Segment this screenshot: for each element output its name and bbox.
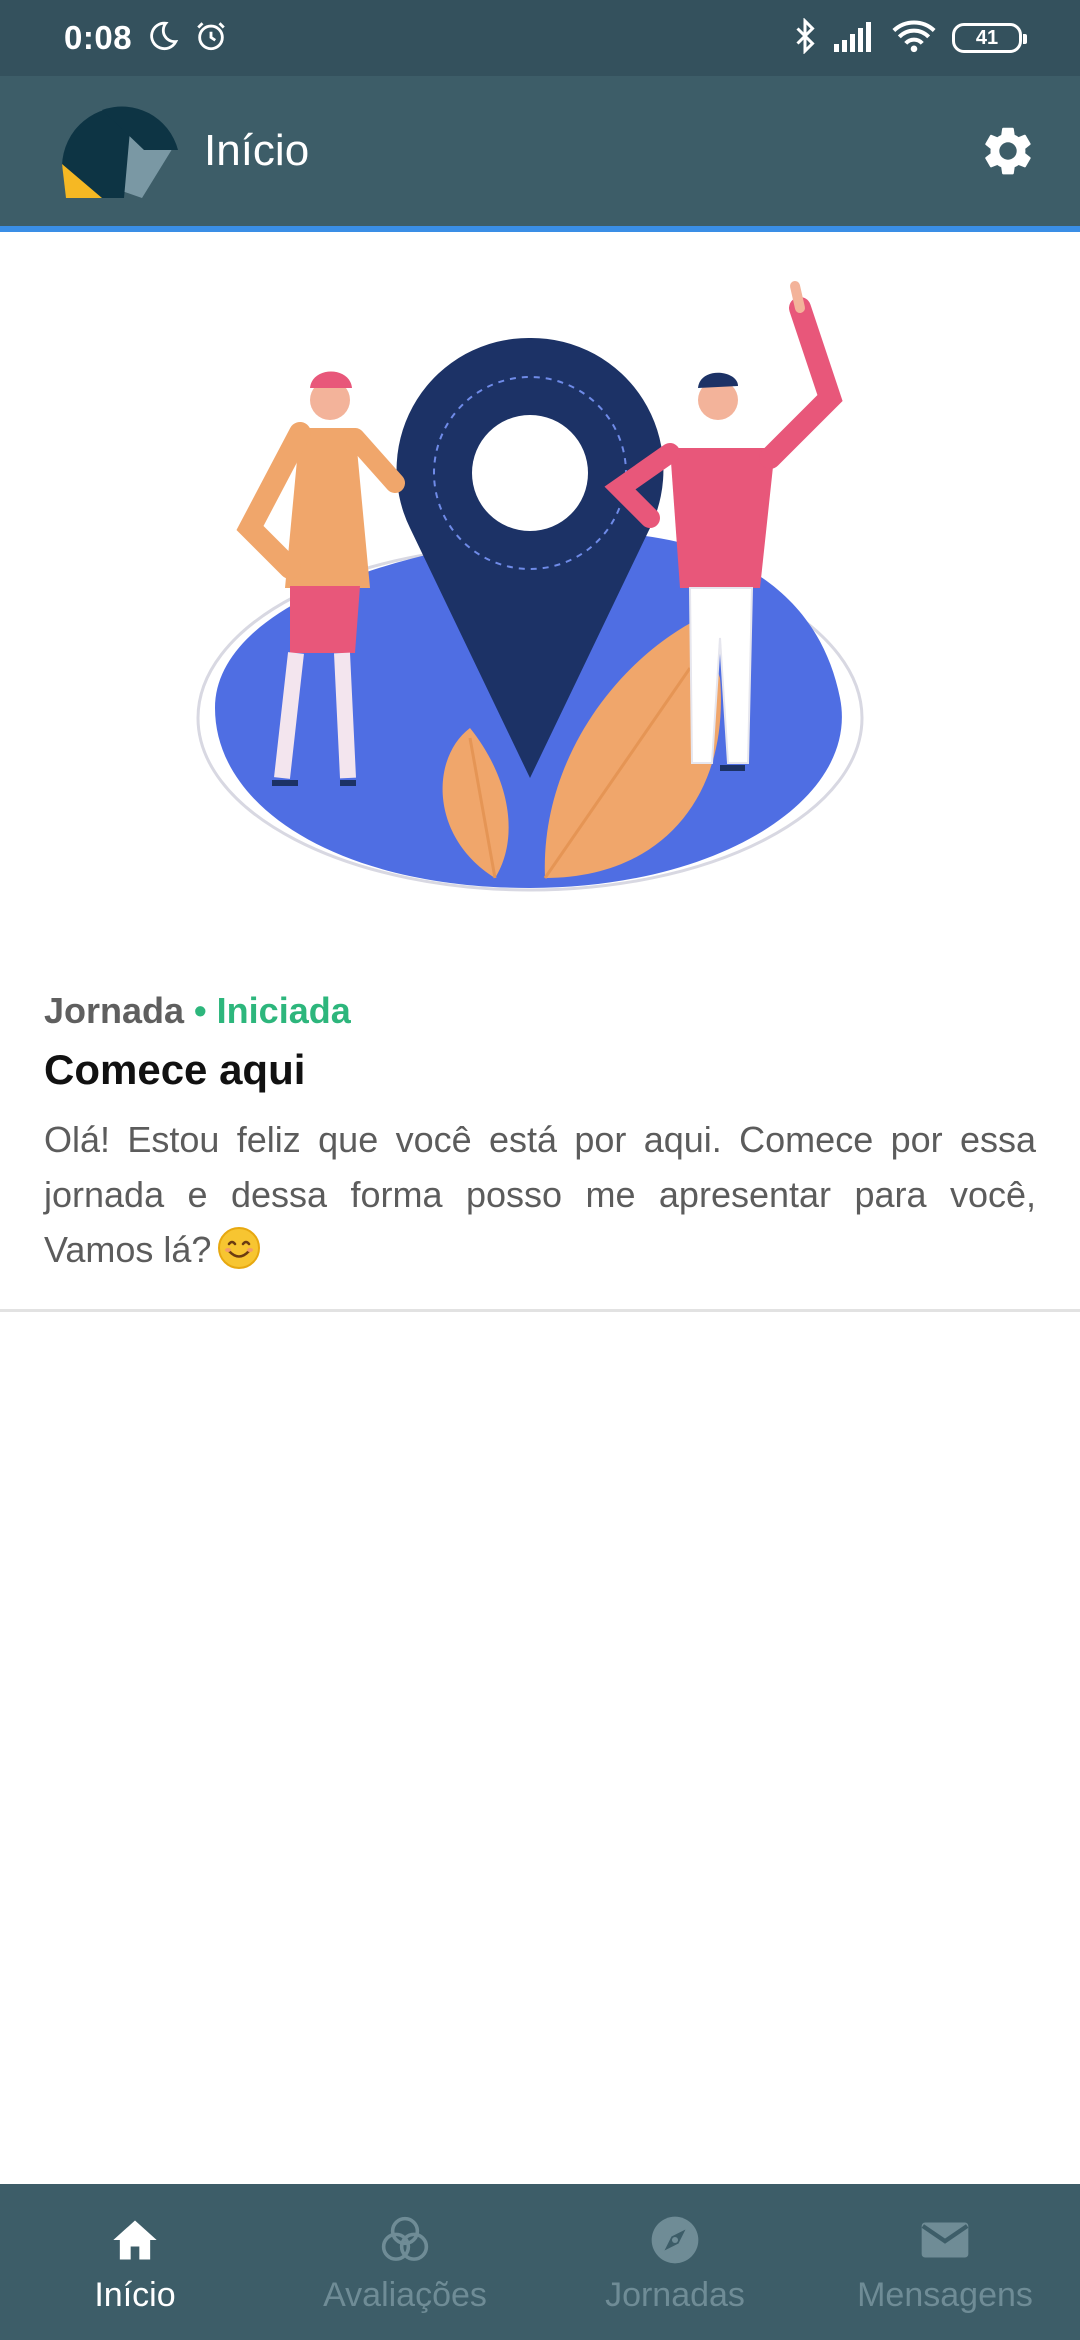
- journey-meta: Jornada • Iniciada: [44, 990, 351, 1032]
- nav-label: Jornadas: [605, 2276, 745, 2314]
- nav-label: Avaliações: [323, 2276, 487, 2314]
- journey-description-text: Olá! Estou feliz que você está por aqui.…: [44, 1119, 1036, 1270]
- status-time: 0:08: [64, 19, 133, 56]
- app-bar: Início: [0, 76, 1080, 232]
- status-separator: •: [194, 990, 207, 1031]
- bluetooth-icon: [792, 16, 818, 59]
- gear-icon: [985, 127, 1031, 175]
- status-label: Iniciada: [216, 990, 351, 1031]
- journey-description: Olá! Estou feliz que você está por aqui.…: [44, 1112, 1036, 1277]
- home-icon: [107, 2212, 163, 2268]
- journey-category: Jornada: [44, 990, 185, 1031]
- nav-item-inicio[interactable]: Início: [0, 2184, 270, 2340]
- nav-item-mensagens[interactable]: Mensagens: [810, 2184, 1080, 2340]
- battery-icon: 41: [952, 23, 1027, 53]
- circles-icon: [377, 2212, 433, 2268]
- mail-icon: [917, 2212, 973, 2268]
- nav-item-jornadas[interactable]: Jornadas: [540, 2184, 810, 2340]
- nav-item-avaliacoes[interactable]: Avaliações: [270, 2184, 540, 2340]
- alarm-icon: [194, 19, 228, 58]
- status-left: 0:08: [64, 0, 228, 76]
- smiling-face-emoji: [218, 1227, 261, 1269]
- signal-icon: [834, 20, 876, 57]
- divider: [0, 1309, 1080, 1312]
- status-right: 41: [792, 0, 1027, 76]
- app-logo: [62, 106, 180, 198]
- nav-label: Início: [94, 2276, 176, 2314]
- journey-title[interactable]: Comece aqui: [44, 1046, 305, 1094]
- settings-button[interactable]: [976, 119, 1040, 183]
- compass-icon: [647, 2212, 703, 2268]
- status-bar: 0:08 41: [0, 0, 1080, 76]
- journey-status: • Iniciada: [194, 990, 351, 1032]
- bottom-nav: Início Avaliações Jornadas Mensagens: [0, 2184, 1080, 2340]
- wifi-icon: [892, 19, 936, 58]
- page-title: Início: [204, 126, 310, 175]
- journey-illustration: [0, 238, 1080, 938]
- moon-icon: [146, 19, 180, 58]
- nav-label: Mensagens: [857, 2276, 1033, 2314]
